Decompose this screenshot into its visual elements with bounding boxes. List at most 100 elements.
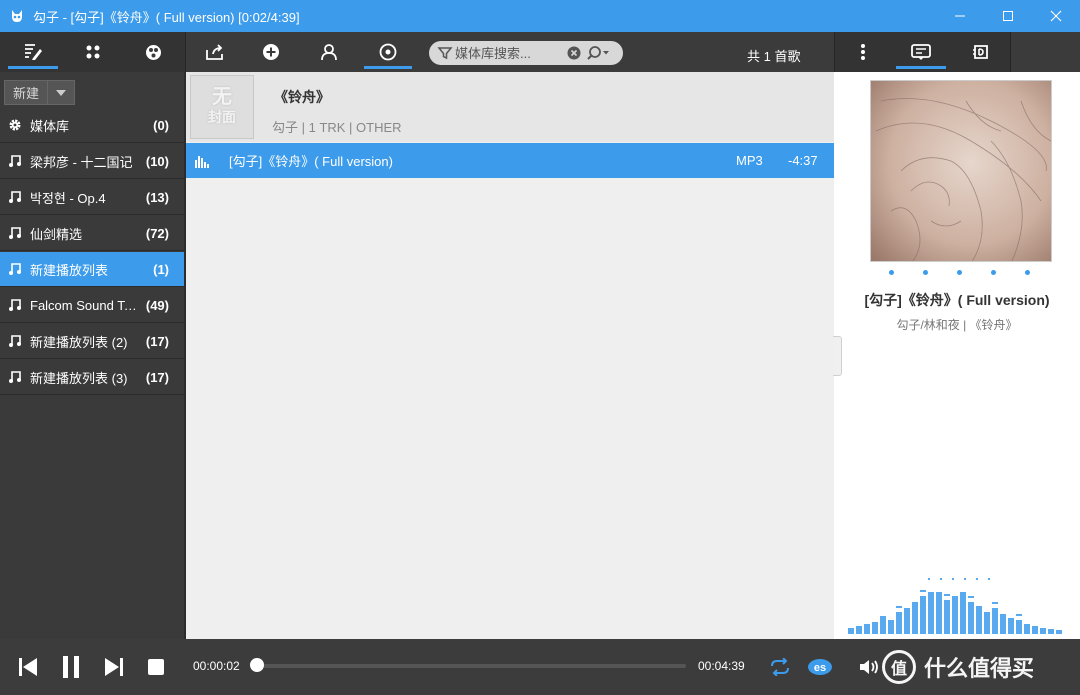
site-watermark: 值 什么值得买 <box>882 647 1034 687</box>
album-title: 《铃舟》 <box>274 89 330 105</box>
carousel-dot[interactable] <box>1025 270 1030 275</box>
sidebar-item-playlist-selected[interactable]: 新建播放列表 (1) <box>0 252 184 287</box>
sidebar-item-label: Falcom Sound Team <box>30 297 142 313</box>
library-search[interactable] <box>429 41 623 65</box>
sidebar-item-count: (49) <box>145 297 169 313</box>
sidebar-item-count: (72) <box>145 225 169 241</box>
previous-button[interactable] <box>14 653 42 681</box>
album-header[interactable]: 无 封面 《铃舟》 勾子 | 1 TRK | OTHER <box>186 72 834 142</box>
document-icon <box>973 45 988 59</box>
sidebar-item-count: (13) <box>145 189 169 205</box>
music-note-icon <box>9 371 21 383</box>
track-title: [勾子]《铃舟》( Full version) <box>229 154 393 169</box>
sidebar-item-playlist[interactable]: 梁邦彦 - 十二国记 (10) <box>0 144 184 179</box>
sidebar-item-media-library[interactable]: 媒体库 (0) <box>0 108 184 143</box>
skip-next-icon <box>105 658 123 676</box>
close-button[interactable] <box>1032 0 1080 32</box>
sidebar-item-count: (17) <box>145 369 169 385</box>
toolbar-divider <box>834 32 835 72</box>
skip-previous-icon <box>19 658 37 676</box>
add-button[interactable] <box>244 32 298 72</box>
player-controls: 00:00:02 00:04:39 es 值 什么值得买 <box>0 639 1080 695</box>
toolbar-divider <box>185 32 186 72</box>
artwork-sketch-image <box>871 81 1051 261</box>
volume-button[interactable] <box>855 653 883 681</box>
repeat-button[interactable] <box>766 653 794 681</box>
search-input[interactable] <box>455 45 565 61</box>
more-menu-button[interactable] <box>848 32 878 72</box>
user-icon <box>321 44 337 61</box>
now-playing-title: [勾子]《铃舟》( Full version) <box>864 292 1050 308</box>
app-logo-icon <box>12 10 22 22</box>
panel-resize-handle[interactable] <box>833 336 842 376</box>
tab-now-playing[interactable] <box>892 32 950 72</box>
new-playlist-button[interactable]: 新建 <box>4 80 48 105</box>
sidebar-item-playlist[interactable]: Falcom Sound Team (49) <box>0 288 184 323</box>
seek-bar[interactable] <box>258 664 686 668</box>
sidebar-item-playlist[interactable]: 박정현 - Op.4 (13) <box>0 180 184 215</box>
track-duration: -4:37 <box>788 153 818 168</box>
new-playlist-dropdown[interactable] <box>48 80 75 105</box>
album-button[interactable] <box>360 32 416 72</box>
carousel-dot[interactable] <box>957 270 962 275</box>
minimize-icon <box>955 15 965 17</box>
tab-info[interactable] <box>952 32 1010 72</box>
track-row-playing[interactable]: [勾子]《铃舟》( Full version) MP3 -4:37 <box>186 143 834 178</box>
sidebar-item-playlist[interactable]: 新建播放列表 (3) (17) <box>0 360 184 395</box>
carousel-dot[interactable] <box>991 270 996 275</box>
sidebar-item-label: 仙剑精选 <box>30 226 83 242</box>
pause-button[interactable] <box>57 653 85 681</box>
next-button[interactable] <box>100 653 128 681</box>
tab-apps[interactable] <box>64 32 122 72</box>
sidebar-item-count: (10) <box>145 153 169 169</box>
elapsed-time: 00:00:02 <box>193 659 240 673</box>
share-icon <box>206 44 223 60</box>
music-note-icon <box>9 191 21 203</box>
seek-handle[interactable] <box>250 658 264 672</box>
carousel-dot[interactable] <box>889 270 894 275</box>
sidebar-item-label: 新建播放列表 (3) <box>30 370 128 386</box>
now-playing-artist-album: 勾子/林和夜 | 《铃舟》 <box>896 318 1018 332</box>
carousel-dots[interactable] <box>889 270 1030 275</box>
sidebar-item-label: 新建播放列表 <box>30 262 109 278</box>
stop-button[interactable] <box>142 653 170 681</box>
tab-playlists[interactable] <box>4 32 62 72</box>
sidebar-item-count: (17) <box>145 333 169 349</box>
gear-icon <box>9 119 21 131</box>
pause-icon <box>63 656 79 678</box>
artist-button[interactable] <box>302 32 356 72</box>
palette-icon <box>145 44 161 60</box>
sidebar-item-label: 梁邦彦 - 十二国记 <box>30 154 133 170</box>
sidebar-item-label: 박정현 - Op.4 <box>30 190 106 206</box>
carousel-dot[interactable] <box>923 270 928 275</box>
more-vertical-icon <box>861 44 865 60</box>
caret-down-icon <box>56 89 66 96</box>
export-button[interactable] <box>188 32 242 72</box>
music-note-icon <box>9 155 21 167</box>
grid-icon <box>86 45 100 59</box>
new-playlist-control: 新建 <box>4 80 75 105</box>
now-playing-panel: [勾子]《铃舟》( Full version) 勾子/林和夜 | 《铃舟》 <box>834 72 1080 639</box>
track-count: 共 1 首歌 <box>747 49 801 64</box>
music-note-icon <box>9 335 21 347</box>
window-title: 勾子 - [勾子]《铃舟》( Full version) [0:02/4:39] <box>33 9 300 25</box>
search-icon[interactable] <box>585 45 611 61</box>
no-cover-text: 封面 <box>208 109 236 125</box>
minimize-button[interactable] <box>936 0 984 32</box>
album-artwork <box>870 80 1052 262</box>
album-meta: 勾子 | 1 TRK | OTHER <box>272 120 402 135</box>
add-circle-icon <box>263 44 279 60</box>
track-list-panel: 无 封面 《铃舟》 勾子 | 1 TRK | OTHER [勾子]《铃舟》( F… <box>186 72 834 639</box>
sidebar-item-playlist[interactable]: 仙剑精选 (72) <box>0 216 184 251</box>
sidebar-item-playlist[interactable]: 新建播放列表 (2) (17) <box>0 324 184 359</box>
maximize-button[interactable] <box>984 0 1032 32</box>
maximize-icon <box>1003 11 1013 21</box>
clear-search-icon[interactable] <box>567 46 581 60</box>
disc-icon <box>379 43 397 61</box>
sidebar-item-count: (0) <box>153 117 169 133</box>
sound-effects-button[interactable]: es <box>806 653 834 681</box>
no-cover-text: 无 <box>212 86 232 108</box>
sidebar-item-count: (1) <box>153 261 169 277</box>
tab-skins[interactable] <box>124 32 182 72</box>
now-playing-bars-icon <box>195 155 209 168</box>
